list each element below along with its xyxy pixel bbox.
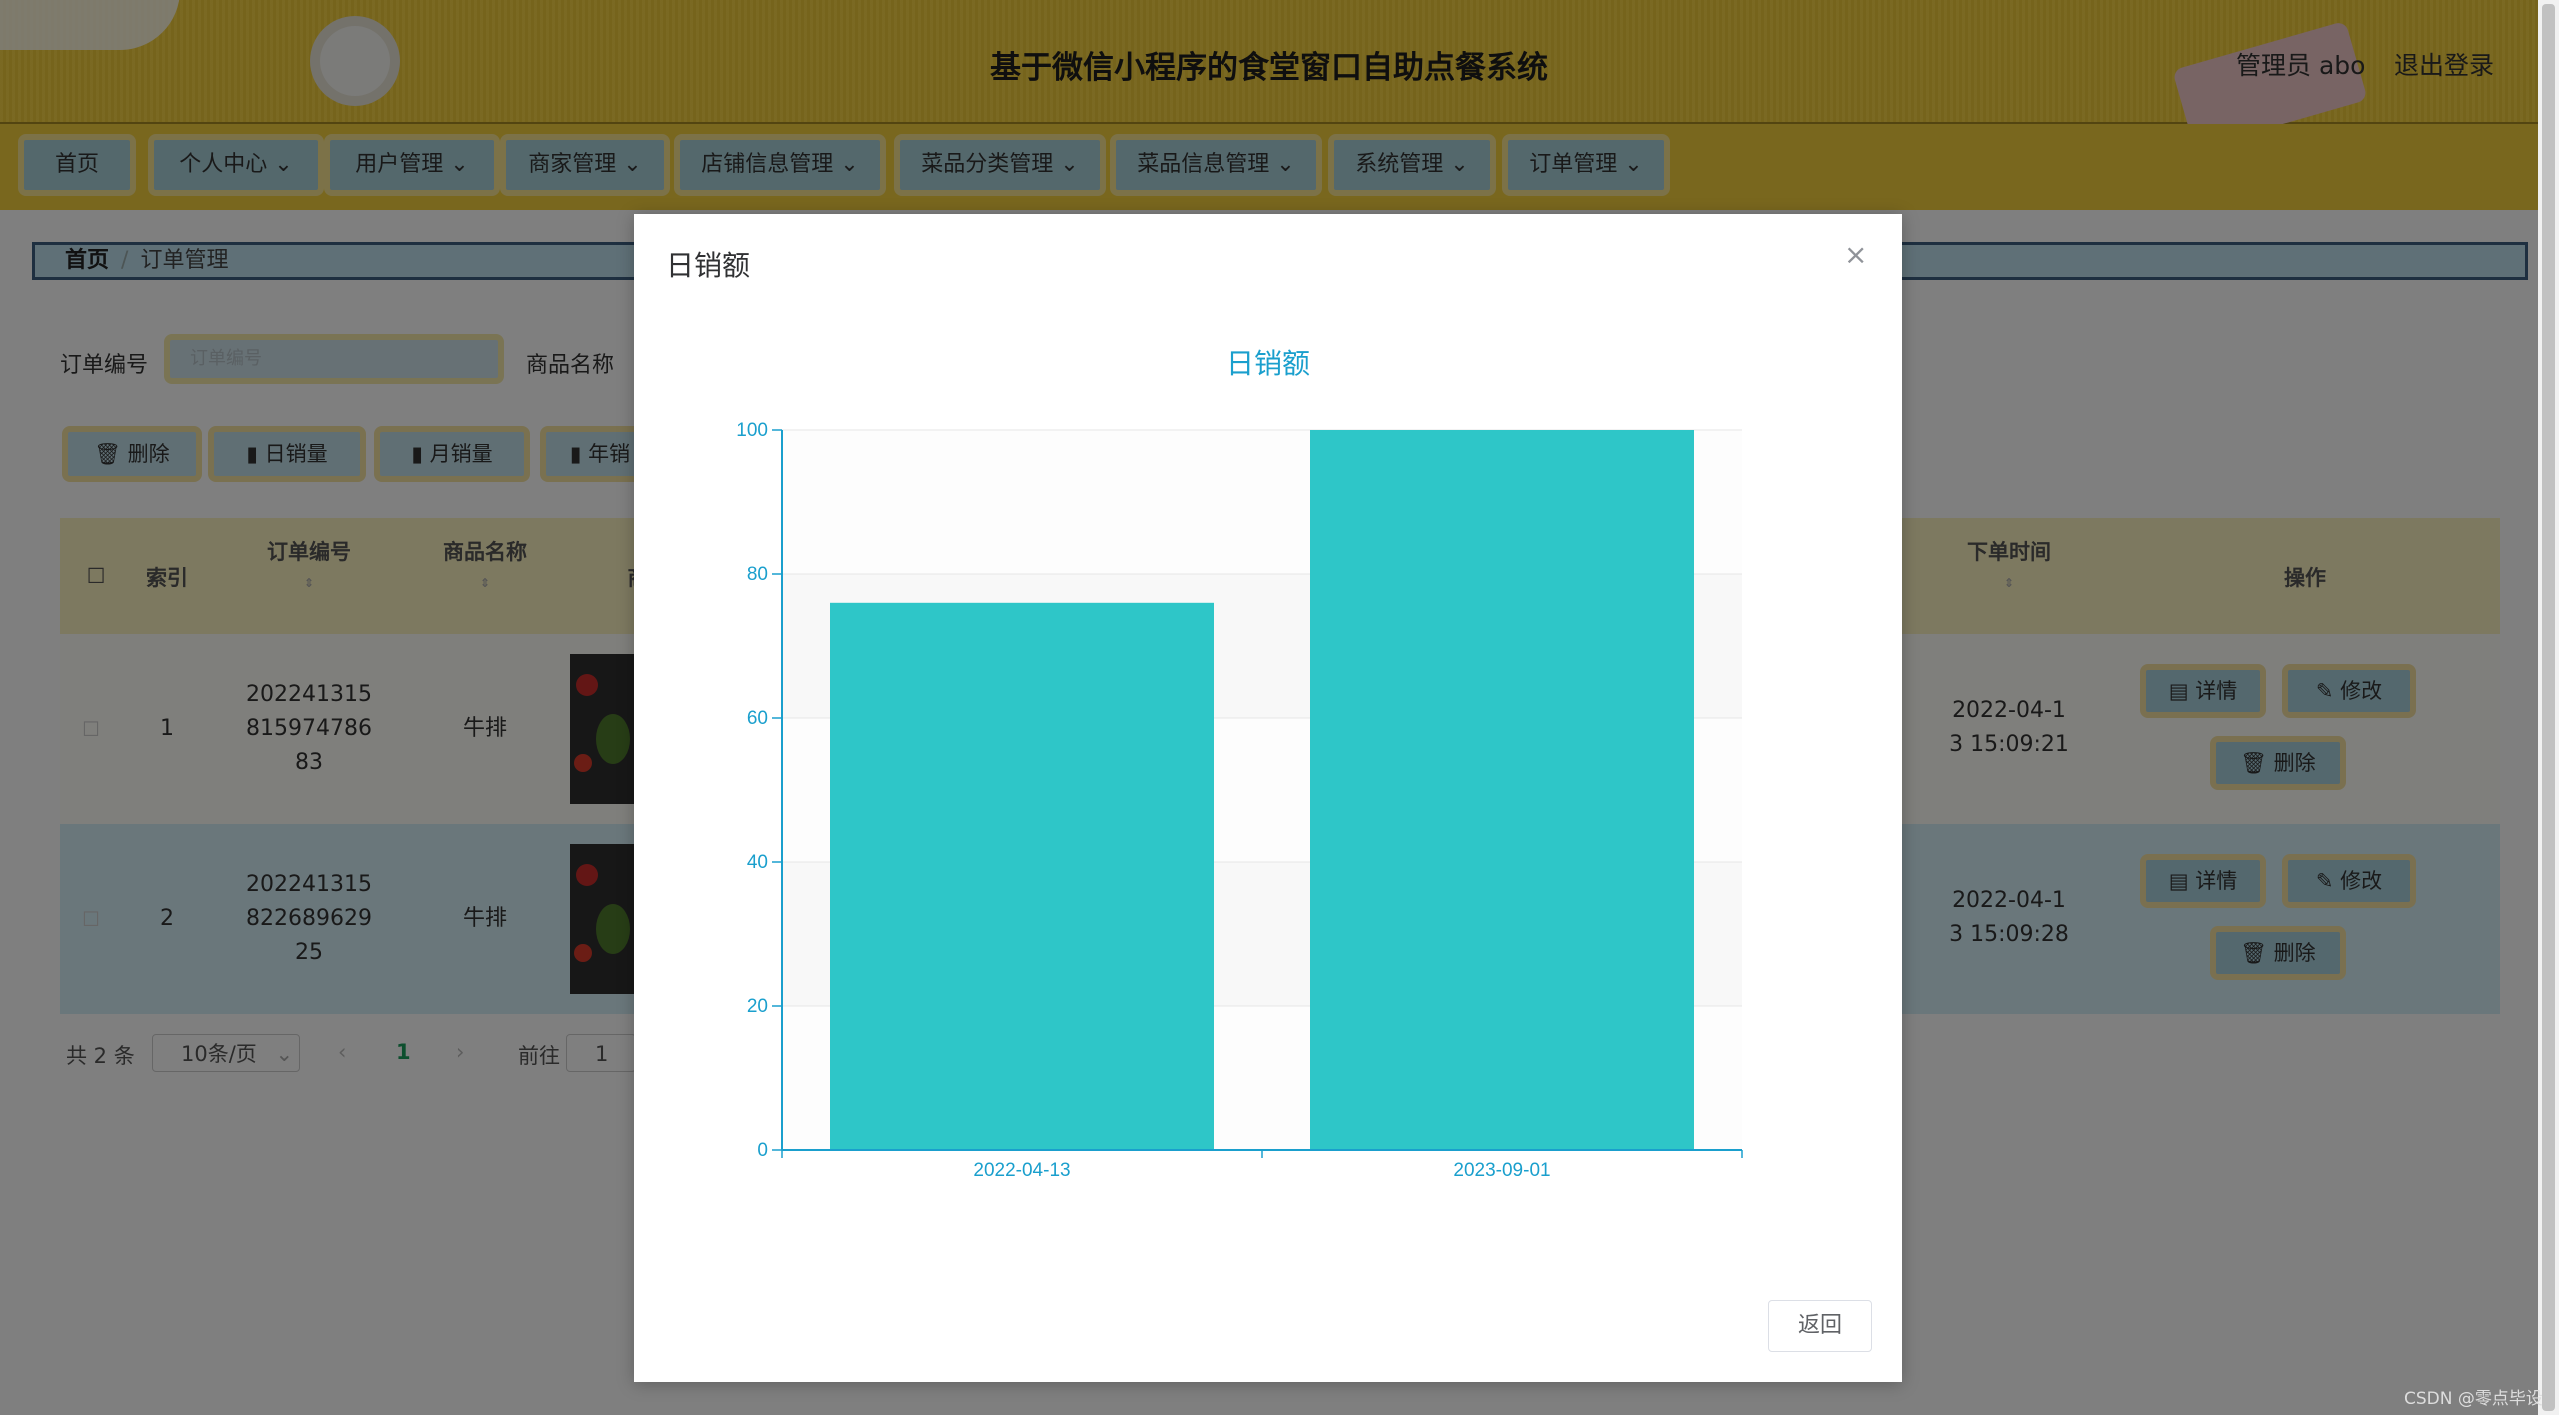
x-tick-label: 2022-04-13 [973,1160,1070,1181]
watermark: CSDN @零点毕设 [2404,1389,2543,1409]
bar [830,602,1214,1150]
scrollbar[interactable] [2538,0,2559,1415]
y-tick-label: 20 [747,996,768,1017]
y-tick-label: 80 [747,564,768,585]
return-button[interactable]: 返回 [1768,1300,1872,1352]
y-tick-label: 100 [736,420,768,441]
x-tick-label: 2023-09-01 [1453,1160,1550,1181]
y-tick-label: 40 [747,852,768,873]
sales-bar-chart: 0 20 40 60 80 100 2022-04-13 2023-09-01 [736,420,1743,1181]
y-tick-label: 60 [747,708,768,729]
daily-sales-dialog: 日销额 × 日销额 0 20 40 60 80 100 2022-04-13 2023-09-… [634,214,1902,1382]
bar [1310,430,1694,1150]
scrollbar-thumb[interactable] [2542,4,2555,1411]
y-tick-label: 0 [757,1140,768,1161]
